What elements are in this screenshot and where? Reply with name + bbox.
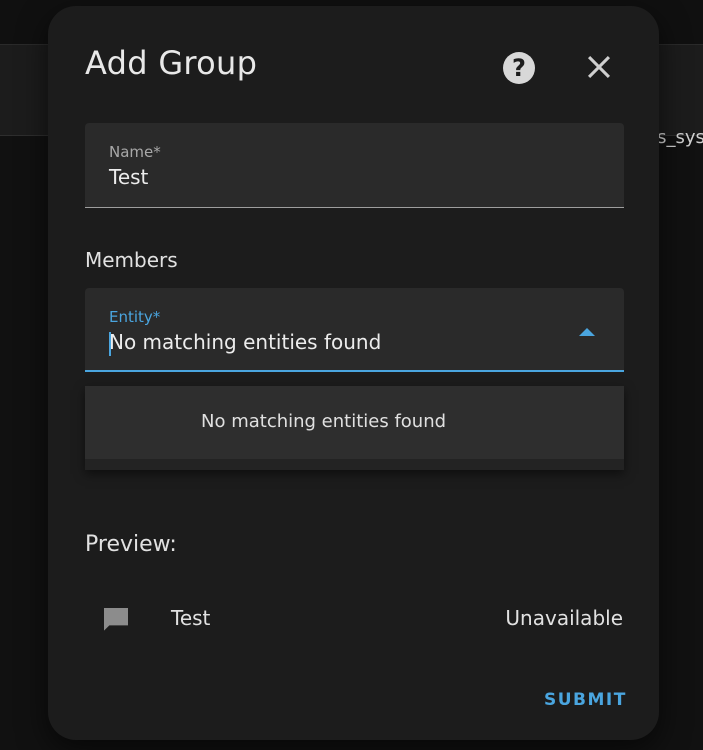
preview-label: Preview: (85, 532, 177, 557)
preview-entity-name: Test (171, 606, 211, 630)
close-icon[interactable] (582, 50, 616, 84)
add-group-dialog: Add Group ? Name* Test Members Entity* N… (48, 6, 659, 740)
dropdown-item[interactable]: No matching entities found (85, 386, 624, 459)
help-icon[interactable]: ? (503, 52, 535, 84)
members-label: Members (85, 248, 178, 272)
entity-field-label: Entity* (109, 308, 161, 326)
preview-entity-state: Unavailable (505, 606, 623, 630)
arrow-up-icon[interactable] (579, 328, 595, 336)
name-field-label: Name* (109, 143, 161, 161)
submit-button[interactable]: SUBMIT (544, 690, 627, 710)
name-field[interactable]: Name* Test (85, 123, 624, 208)
message-icon (100, 604, 132, 636)
entity-input[interactable]: No matching entities found (109, 330, 381, 354)
dialog-title: Add Group (85, 44, 258, 82)
entity-picker[interactable]: Entity* No matching entities found (85, 288, 624, 372)
name-input[interactable]: Test (109, 165, 148, 189)
text-cursor (109, 332, 111, 356)
entity-dropdown: No matching entities found (85, 386, 624, 470)
dropdown-item-label: No matching entities found (201, 411, 447, 432)
